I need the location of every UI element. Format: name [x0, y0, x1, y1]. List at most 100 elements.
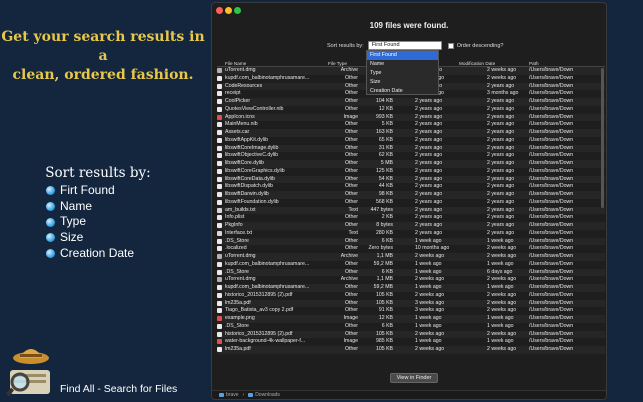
file-icon [217, 292, 222, 298]
cell-modification-date: 2 weeks ago [487, 74, 517, 81]
cell-file-type: Image [343, 338, 358, 345]
table-row[interactable]: .DS_Store Other 6 KB 1 week ago 1 week ago/U… [217, 323, 605, 331]
column-header-path[interactable]: Path [527, 60, 605, 66]
cell-file-type: Other [345, 299, 358, 306]
cell-date: 2 weeks ago [415, 291, 445, 298]
cell-path: /Users/brave/Down [529, 222, 574, 228]
table-row[interactable]: libswiftCore.dylib Other 5 MB 2 years ago 2 … [217, 160, 605, 168]
cell-path: /Users/brave/Down [529, 268, 574, 275]
cell-path: /Users/brave/Down [529, 245, 574, 252]
table-row[interactable]: libswiftCoreGraphics.dylib Other 125 KB 2 y… [217, 168, 605, 176]
column-header-modification-date[interactable]: Modification Date [457, 60, 527, 66]
table-row[interactable]: Assets.car Other 163 KB 2 years ago 2 years … [217, 129, 605, 137]
cell-file-name: kupdf.com_balbinotamphrusamare... [225, 260, 310, 267]
cell-file-type: Other [345, 260, 358, 267]
cell-file-name: water-background-4k-wallpaper-f... [225, 338, 306, 345]
cell-file-type: Other [345, 346, 358, 352]
path-segment[interactable]: Downloads [255, 391, 280, 399]
table-row[interactable]: lm235a.pdf Other 105 KB 3 weeks ago 2 weeks … [217, 299, 605, 308]
cell-file-type: Other [345, 191, 358, 197]
cell-size: 280 KB [375, 229, 393, 236]
cell-file-type: Archive [340, 253, 358, 259]
table-row[interactable]: libswiftFoundation.dylib Other 568 KB 2 yea… [217, 199, 605, 207]
table-row[interactable]: .localized Other Zero bytes 10 months ago 2 … [217, 245, 605, 253]
table-row[interactable]: Tiago_Batista_av3 copy 2.pdf Other 91 KB 3 … [217, 307, 605, 315]
cell-file-type: Other [345, 160, 358, 166]
results-title: 109 files were found. [369, 21, 449, 30]
dropdown-option-first-found[interactable]: First Found [367, 51, 438, 60]
table-row[interactable]: historico_2015312895 (2).pdf Other 105 KB 2… [217, 330, 605, 339]
table-row[interactable]: uTorrent.dmg Archive 1,1 MB 2 weeks ago 2 we… [217, 276, 605, 284]
dropdown-option-size[interactable]: Size [367, 78, 438, 87]
column-header-file-type[interactable]: File Type [328, 60, 360, 66]
file-icon [217, 238, 222, 244]
cell-file-type: Other [345, 90, 358, 97]
cell-date: 2 years ago [415, 144, 443, 151]
cell-path: /Users/brave/Down [529, 338, 574, 345]
table-row[interactable]: libswiftDispatch.dylib Other 44 KB 2 years … [217, 183, 605, 191]
cell-path: /Users/brave/Down [529, 121, 574, 128]
view-in-finder-button[interactable]: View in Finder [390, 373, 438, 383]
order-descending-checkbox[interactable] [447, 42, 454, 49]
cell-size: 98 KB [378, 191, 393, 197]
table-row[interactable]: MainMenu.nib Other 5 KB 2 years ago 2 years … [217, 121, 605, 129]
table-row[interactable]: QuotesViewController.nib Other 12 KB 2 year… [217, 106, 605, 114]
table-row[interactable]: uTorrent.dmg Archive 1,1 MB 2 weeks ago 2 we… [217, 253, 605, 261]
table-row[interactable]: kupdf.com_balbinotamphrusamare... Other 59… [217, 261, 605, 269]
table-row[interactable]: .DS_Store Other 6 KB 1 week ago 1 week ago/U… [217, 237, 605, 246]
cell-size: Zero bytes [368, 245, 393, 252]
table-row[interactable]: historico_2015312895 (2).pdf Other 105 KB 2… [217, 292, 605, 300]
cell-modification-date: 2 weeks ago [487, 245, 517, 252]
table-row[interactable]: libswiftDarwin.dylib Other 98 KB 2 years ag… [217, 191, 605, 199]
cell-file-name: .DS_Store [225, 268, 249, 275]
table-row[interactable]: libswiftAppKit.dylib Other 65 KB 2 years ag… [217, 137, 605, 145]
promo-heading: Get your search results in a clean, orde… [0, 28, 206, 85]
cell-path: /Users/brave/Down [529, 237, 574, 244]
table-row[interactable]: CoolPicker Other 104 KB 2 years ago 2 years … [217, 98, 605, 106]
table-row[interactable]: am_builds.txt Text 447 bytes 2 years ago 2 y… [217, 206, 605, 215]
cell-file-type: Other [345, 284, 358, 290]
table-row[interactable]: water-background-4k-wallpaper-f... Image 9… [217, 338, 605, 346]
cell-file-name: kupdf.com_balbinotamphrusamare... [225, 74, 310, 81]
close-window-button[interactable] [216, 7, 223, 14]
minimize-window-button[interactable] [225, 7, 232, 14]
zoom-window-button[interactable] [234, 7, 241, 14]
cell-date: 2 years ago [415, 105, 443, 112]
cell-modification-date: 2 weeks ago [487, 276, 517, 283]
cell-file-type: Other [345, 237, 358, 244]
sort-select[interactable]: First Found [367, 41, 442, 50]
table-row[interactable]: lm235a.pdf Other 105 KB 2 weeks ago 2 weeks … [217, 346, 605, 354]
table-row[interactable]: kupdf.com_balbinotamphrusamare... Other 59… [217, 284, 605, 292]
cell-file-name: uTorrent.dmg [225, 67, 256, 73]
cell-size: 105 KB [375, 346, 393, 352]
cell-date: 2 weeks ago [415, 330, 445, 337]
table-row[interactable]: AppIcon.icns Image 993 KB 2 years ago 2 year… [217, 113, 605, 122]
cell-size: 65 KB [378, 136, 393, 143]
path-segment[interactable]: brave [226, 391, 239, 399]
cell-modification-date: 2 weeks ago [487, 307, 517, 314]
table-row[interactable]: .DS_Store Other 6 KB 1 week ago 6 days ago/U… [217, 268, 605, 277]
cell-file-name: AppIcon.icns [225, 113, 255, 120]
table-row[interactable]: Interface.txt Text 280 KB 2 years ago 2 year… [217, 230, 605, 238]
dropdown-option-name[interactable]: Name [367, 60, 438, 69]
file-icon [217, 122, 222, 128]
vertical-scrollbar[interactable] [601, 68, 604, 208]
dropdown-option-creation-date[interactable]: Creation Date [367, 87, 438, 96]
table-row[interactable]: Info.plist Other 2 KB 2 years ago 2 years ag… [217, 214, 605, 222]
table-row[interactable]: libswiftCoreImage.dylib Other 31 KB 2 years… [217, 144, 605, 153]
cell-file-name: libswiftObjectiveC.dylib [225, 152, 279, 159]
dropdown-option-type[interactable]: Type [367, 69, 438, 78]
table-row[interactable]: PkgInfo Other 8 bytes 2 years ago 2 years ag… [217, 222, 605, 230]
table-row[interactable]: libswiftCoreData.dylib Other 54 KB 2 years … [217, 175, 605, 184]
column-header-file-name[interactable]: File Name [225, 60, 328, 66]
cell-size: 6 KB [381, 322, 393, 329]
file-icon [217, 91, 222, 97]
cell-size: 6 KB [381, 268, 393, 275]
cell-size: 104 KB [375, 98, 393, 104]
cell-modification-date: 2 weeks ago [487, 299, 517, 306]
cell-modification-date: 2 years ago [487, 198, 515, 205]
table-row[interactable]: example.png Image 12 KB 1 week ago 1 week ag… [217, 315, 605, 323]
detective-app-icon [6, 349, 50, 396]
cell-modification-date: 2 years ago [487, 229, 515, 236]
table-row[interactable]: libswiftObjectiveC.dylib Other 62 KB 2 year… [217, 152, 605, 160]
